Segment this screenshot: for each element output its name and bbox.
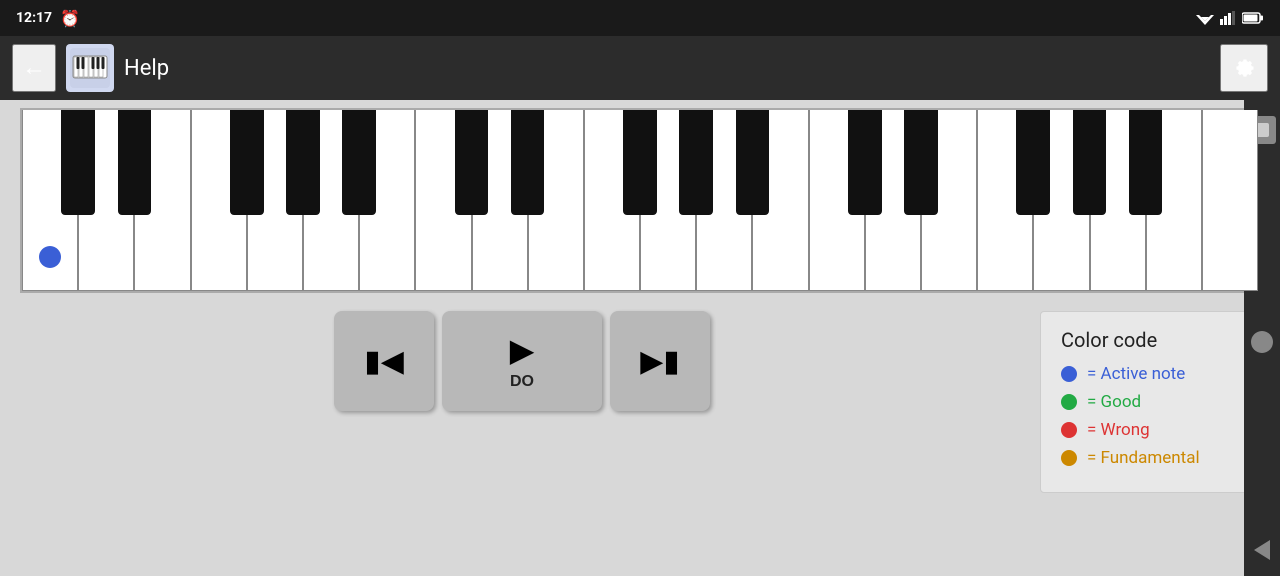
white-key-16[interactable] — [921, 110, 977, 291]
color-code-item-3: = Fundamental — [1061, 448, 1239, 468]
white-key-10[interactable] — [584, 110, 640, 291]
color-label-3: = Fundamental — [1087, 448, 1200, 468]
color-code-item-1: = Good — [1061, 392, 1239, 412]
white-key-1[interactable] — [78, 110, 134, 291]
color-code-title: Color code — [1061, 328, 1239, 352]
main-content: ▮◀ ▶ DO ▶▮ Color code = Active note = Goo… — [0, 100, 1280, 576]
play-button-label: DO — [510, 373, 534, 391]
white-key-4[interactable] — [247, 110, 303, 291]
color-code-item-0: = Active note — [1061, 364, 1239, 384]
settings-button[interactable] — [1220, 44, 1268, 92]
white-key-15[interactable] — [865, 110, 921, 291]
active-note-dot — [39, 246, 61, 268]
color-dot-3 — [1061, 450, 1077, 466]
color-dot-0 — [1061, 366, 1077, 382]
piano-app-icon — [70, 48, 110, 88]
white-key-0[interactable] — [22, 110, 78, 291]
color-dot-1 — [1061, 394, 1077, 410]
color-code-item-2: = Wrong — [1061, 420, 1239, 440]
color-code-panel: Color code = Active note = Good = Wrong = F… — [1040, 311, 1260, 493]
status-bar: 12:17 ⏰ — [0, 0, 1280, 36]
signal-icon — [1220, 11, 1236, 25]
color-label-0: = Active note — [1087, 364, 1185, 384]
white-key-6[interactable] — [359, 110, 415, 291]
color-label-2: = Wrong — [1087, 420, 1150, 440]
transport-controls: ▮◀ ▶ DO ▶▮ — [20, 311, 1024, 411]
wifi-icon — [1196, 11, 1214, 25]
gear-icon — [1230, 54, 1258, 82]
app-icon — [66, 44, 114, 92]
sidebar-circle-button[interactable] — [1251, 331, 1273, 353]
alarm-icon: ⏰ — [60, 9, 80, 28]
color-label-1: = Good — [1087, 392, 1141, 412]
white-key-17[interactable] — [977, 110, 1033, 291]
white-key-19[interactable] — [1090, 110, 1146, 291]
white-key-8[interactable] — [472, 110, 528, 291]
skip-next-icon: ▶▮ — [640, 344, 680, 379]
white-key-11[interactable] — [640, 110, 696, 291]
white-key-12[interactable] — [696, 110, 752, 291]
white-key-18[interactable] — [1033, 110, 1089, 291]
app-title: Help — [124, 56, 1220, 81]
controls-area: ▮◀ ▶ DO ▶▮ Color code = Active note = Goo… — [0, 293, 1280, 576]
white-key-2[interactable] — [134, 110, 190, 291]
white-key-20[interactable] — [1146, 110, 1202, 291]
back-button[interactable]: ← — [12, 44, 56, 92]
skip-prev-icon: ▮◀ — [364, 344, 404, 379]
status-time: 12:17 — [16, 10, 52, 26]
play-icon: ▶ — [510, 331, 535, 369]
piano-container[interactable] — [20, 108, 1260, 293]
white-key-3[interactable] — [191, 110, 247, 291]
white-key-5[interactable] — [303, 110, 359, 291]
battery-icon — [1242, 12, 1264, 24]
prev-button[interactable]: ▮◀ — [334, 311, 434, 411]
play-button[interactable]: ▶ DO — [442, 311, 602, 411]
top-bar: ← Help — [0, 36, 1280, 100]
color-code-items: = Active note = Good = Wrong = Fundamental — [1061, 364, 1239, 468]
white-key-9[interactable] — [528, 110, 584, 291]
white-key-21[interactable] — [1202, 110, 1258, 291]
white-key-7[interactable] — [415, 110, 471, 291]
color-dot-2 — [1061, 422, 1077, 438]
white-key-13[interactable] — [752, 110, 808, 291]
piano-keys — [22, 110, 1258, 291]
white-key-14[interactable] — [809, 110, 865, 291]
sidebar-triangle-button[interactable] — [1254, 540, 1270, 560]
next-button[interactable]: ▶▮ — [610, 311, 710, 411]
